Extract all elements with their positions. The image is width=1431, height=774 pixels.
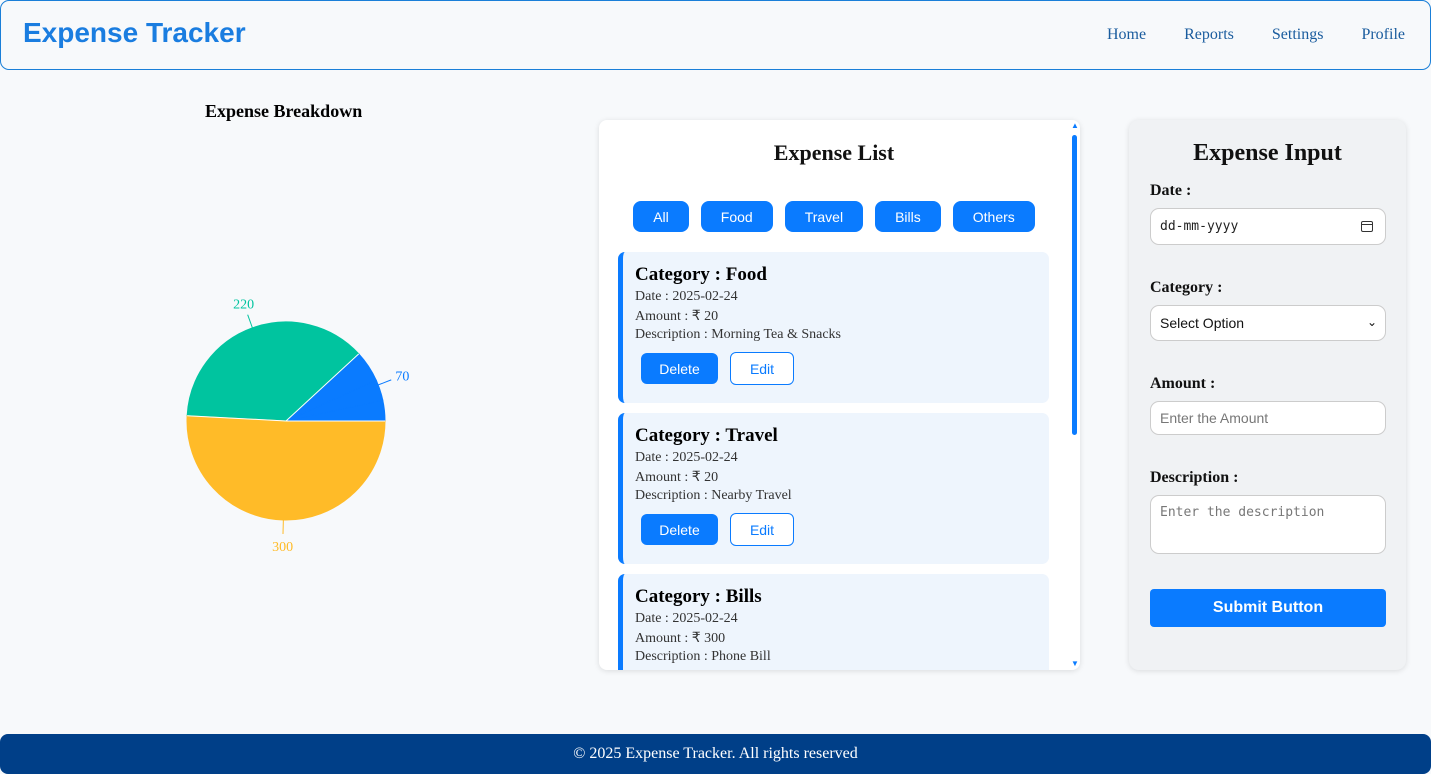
brand-title: Expense Tracker <box>23 17 246 48</box>
main-nav: Home Reports Settings Profile <box>1107 26 1405 44</box>
expense-description: Description : Phone Bill <box>635 649 771 664</box>
submit-button[interactable]: Submit Button <box>1150 589 1386 627</box>
amount-label: Amount : <box>1150 375 1216 392</box>
date-label: Date : <box>1150 182 1192 199</box>
expense-card: Category : Bills Date : 2025-02-24 Amoun… <box>618 574 1049 670</box>
description-field[interactable]: Enter the description <box>1150 495 1386 554</box>
chart-title: Expense Breakdown <box>205 101 363 121</box>
scroll-down-arrow-icon[interactable]: ▼ <box>1071 660 1079 668</box>
nav-reports[interactable]: Reports <box>1184 26 1234 44</box>
expense-card: Category : Food Date : 2025-02-24 Amount… <box>618 252 1049 403</box>
pie-label-leader <box>378 379 392 386</box>
expense-date: Date : 2025-02-24 <box>635 450 738 465</box>
amount-field[interactable]: Enter the Amount <box>1150 401 1386 435</box>
expense-date: Date : 2025-02-24 <box>635 611 738 626</box>
expense-pie-chart: 70 220 300 <box>186 297 409 555</box>
expense-amount: Amount : ₹ 20 <box>635 470 719 485</box>
category-label: Category : <box>1150 279 1223 296</box>
expense-category: Category : Food <box>635 264 767 285</box>
filter-bills-button[interactable]: Bills <box>875 201 941 232</box>
expense-description: Description : Nearby Travel <box>635 488 792 503</box>
expense-card: Category : Travel Date : 2025-02-24 Amou… <box>618 413 1049 564</box>
expense-list-panel: Expense List All Food Travel Bills Other… <box>599 120 1080 670</box>
pie-label-leader <box>247 314 253 329</box>
pie-slice-bills <box>186 415 386 521</box>
pie-data-label: 70 <box>395 369 409 384</box>
amount-placeholder: Enter the Amount <box>1160 410 1269 426</box>
edit-button[interactable]: Edit <box>730 352 794 385</box>
filter-travel-button[interactable]: Travel <box>784 201 864 232</box>
category-selected-value: Select Option <box>1160 315 1245 331</box>
calendar-icon[interactable] <box>1361 221 1373 232</box>
nav-settings[interactable]: Settings <box>1272 26 1324 44</box>
app-header: Expense Tracker Home Reports Settings Pr… <box>0 0 1431 70</box>
scroll-up-arrow-icon[interactable]: ▲ <box>1071 122 1079 130</box>
pie-data-label: 300 <box>272 540 293 555</box>
list-scrollbar[interactable]: ▲ ▼ <box>1069 120 1080 670</box>
nav-home[interactable]: Home <box>1107 26 1146 44</box>
expense-list-title: Expense List <box>773 140 895 165</box>
expense-category: Category : Bills <box>635 586 762 607</box>
scroll-thumb[interactable] <box>1072 135 1077 435</box>
category-select[interactable]: Select Option ⌄ <box>1150 305 1386 341</box>
category-filters: All Food Travel Bills Others <box>599 201 1069 232</box>
expense-description: Description : Morning Tea & Snacks <box>635 327 842 342</box>
date-placeholder: dd-mm-yyyy <box>1160 219 1239 234</box>
delete-button[interactable]: Delete <box>641 514 718 545</box>
expense-amount: Amount : ₹ 20 <box>635 309 719 324</box>
filter-food-button[interactable]: Food <box>700 201 773 232</box>
expense-input-panel: Expense Input Date : dd-mm-yyyy Category… <box>1129 120 1406 670</box>
expense-date: Date : 2025-02-24 <box>635 289 738 304</box>
app-footer: © 2025 Expense Tracker. All rights reser… <box>0 734 1431 774</box>
description-placeholder: Enter the description <box>1160 505 1325 520</box>
chevron-down-icon: ⌄ <box>1366 315 1377 329</box>
filter-all-button[interactable]: All <box>633 201 689 232</box>
expense-input-title: Expense Input <box>1193 140 1342 166</box>
date-field[interactable]: dd-mm-yyyy <box>1150 208 1386 245</box>
edit-button[interactable]: Edit <box>730 513 794 546</box>
delete-button[interactable]: Delete <box>641 353 718 384</box>
expense-amount: Amount : ₹ 300 <box>635 631 726 646</box>
filter-others-button[interactable]: Others <box>952 201 1035 232</box>
expense-category: Category : Travel <box>635 425 778 446</box>
pie-data-label: 220 <box>233 297 254 312</box>
nav-profile[interactable]: Profile <box>1361 26 1405 44</box>
description-label: Description : <box>1150 469 1239 486</box>
